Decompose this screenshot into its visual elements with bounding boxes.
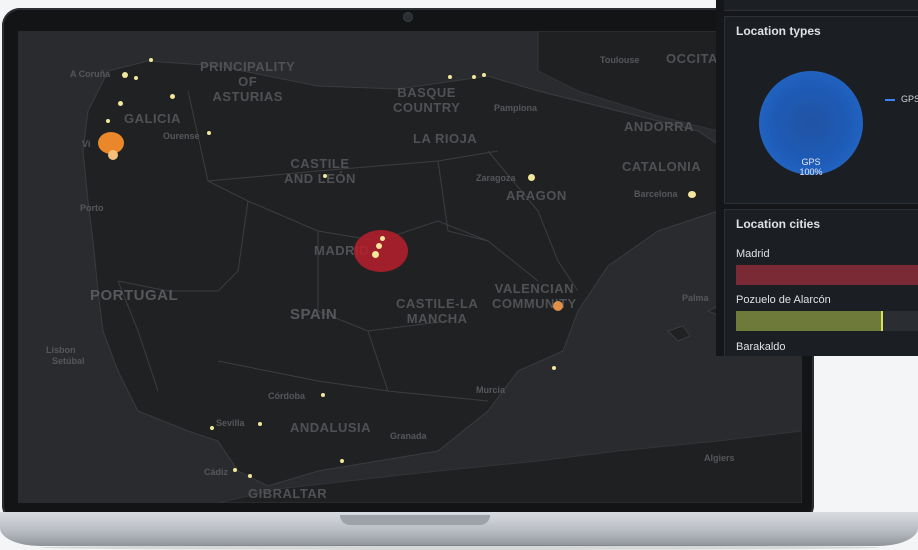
city-bar-madrid[interactable] bbox=[736, 265, 918, 285]
map-point[interactable] bbox=[553, 301, 563, 311]
dashboard-panel: Location types GPS 100% GPS Location cit… bbox=[716, 0, 918, 356]
map-point[interactable] bbox=[207, 131, 211, 135]
city-label-barcelona: Barcelona bbox=[634, 189, 678, 199]
map-point[interactable] bbox=[376, 243, 382, 249]
map-point[interactable] bbox=[323, 174, 327, 178]
region-label-asturias: PRINCIPALITY OF ASTURIAS bbox=[200, 59, 296, 104]
map-point[interactable] bbox=[528, 174, 535, 181]
camera-icon bbox=[403, 12, 413, 22]
city-label-ourense: Ourense bbox=[163, 131, 200, 141]
city-label-zaragoza: Zaragoza bbox=[476, 173, 516, 183]
pie-slice-label: GPS 100% bbox=[799, 157, 823, 177]
region-label-andalusia: ANDALUSIA bbox=[290, 420, 372, 435]
legend-gps-label[interactable]: GPS bbox=[901, 94, 918, 104]
legend-gps-swatch bbox=[885, 99, 895, 101]
map-point[interactable] bbox=[552, 366, 556, 370]
location-cities-card: Location cities Madrid Pozuelo de Alarcó… bbox=[724, 209, 918, 356]
region-label-valencian: VALENCIAN COMMUNITY bbox=[492, 281, 577, 311]
city-label-vigo: Vi bbox=[82, 139, 91, 149]
map-point[interactable] bbox=[118, 101, 123, 106]
map-point[interactable] bbox=[210, 426, 214, 430]
city-bar-fill bbox=[736, 311, 883, 331]
map-point[interactable] bbox=[108, 150, 118, 160]
region-label-occitanie: OCCITA bbox=[666, 51, 718, 66]
map-point[interactable] bbox=[482, 73, 486, 77]
map-point[interactable] bbox=[372, 251, 379, 258]
map-point[interactable] bbox=[134, 76, 138, 80]
map-point[interactable] bbox=[258, 422, 262, 426]
region-label-castile-la-mancha: CASTILE-LA MANCHA bbox=[396, 296, 479, 326]
city-bar-marker bbox=[881, 311, 884, 331]
city-label-cadiz: Cádiz bbox=[204, 467, 229, 477]
map-point[interactable] bbox=[149, 58, 153, 62]
map-point[interactable] bbox=[233, 468, 237, 472]
city-label-lisbon: Lisbon bbox=[46, 345, 76, 355]
region-label-aragon: ARAGON bbox=[506, 188, 567, 203]
map-point[interactable] bbox=[340, 459, 344, 463]
region-label-andorra: ANDORRA bbox=[624, 119, 694, 134]
map-point[interactable] bbox=[688, 191, 696, 198]
city-bar-pozuelo[interactable] bbox=[736, 311, 918, 331]
location-types-title: Location types bbox=[736, 24, 821, 38]
city-label-pamplona: Pamplona bbox=[494, 103, 538, 113]
region-label-portugal: PORTUGAL bbox=[90, 287, 179, 304]
region-label-basque: BASQUE COUNTRY bbox=[393, 85, 461, 115]
city-bar-fill bbox=[736, 265, 918, 285]
location-types-card: Location types GPS 100% GPS bbox=[724, 16, 918, 204]
region-label-spain: SPAIN bbox=[290, 306, 338, 323]
region-label-gibraltar: GIBRALTAR bbox=[248, 486, 328, 501]
region-label-galicia: GALICIA bbox=[124, 111, 181, 126]
map-point[interactable] bbox=[321, 393, 325, 397]
region-label-la-rioja: LA RIOJA bbox=[413, 131, 478, 146]
city-label-toulouse: Toulouse bbox=[600, 55, 640, 65]
city-label-palma: Palma bbox=[682, 293, 709, 303]
map-point[interactable] bbox=[122, 72, 128, 78]
city-bar-label-madrid: Madrid bbox=[736, 248, 770, 260]
map-point[interactable] bbox=[248, 474, 252, 478]
city-bar-label-barakaldo: Barakaldo bbox=[736, 341, 786, 353]
city-label-algiers: Algiers bbox=[704, 453, 735, 463]
city-label-a-coruna: A Coruña bbox=[70, 69, 111, 79]
map-point[interactable] bbox=[170, 94, 175, 99]
laptop-hinge bbox=[340, 515, 490, 525]
map-view[interactable]: PRINCIPALITY OF ASTURIAS BASQUE COUNTRY GAL… bbox=[18, 31, 802, 503]
panel-top-card bbox=[724, 0, 918, 11]
city-label-cordoba: Córdoba bbox=[268, 391, 305, 401]
region-label-castile-leon: CASTILE AND LEÓN bbox=[284, 156, 356, 186]
city-bar-label-pozuelo: Pozuelo de Alarcón bbox=[736, 294, 831, 306]
map-point[interactable] bbox=[106, 119, 110, 123]
map-point[interactable] bbox=[448, 75, 452, 79]
location-cities-title: Location cities bbox=[736, 217, 821, 231]
map-point[interactable] bbox=[472, 75, 476, 79]
city-label-sevilla: Sevilla bbox=[216, 418, 245, 428]
city-label-granada: Granada bbox=[390, 431, 427, 441]
map-point[interactable] bbox=[380, 236, 385, 241]
city-label-murcia: Murcia bbox=[476, 385, 506, 395]
region-label-catalonia: CATALONIA bbox=[622, 159, 702, 174]
laptop-shadow bbox=[40, 545, 880, 550]
city-label-porto: Porto bbox=[80, 203, 104, 213]
city-label-setubal: Setúbal bbox=[52, 356, 85, 366]
